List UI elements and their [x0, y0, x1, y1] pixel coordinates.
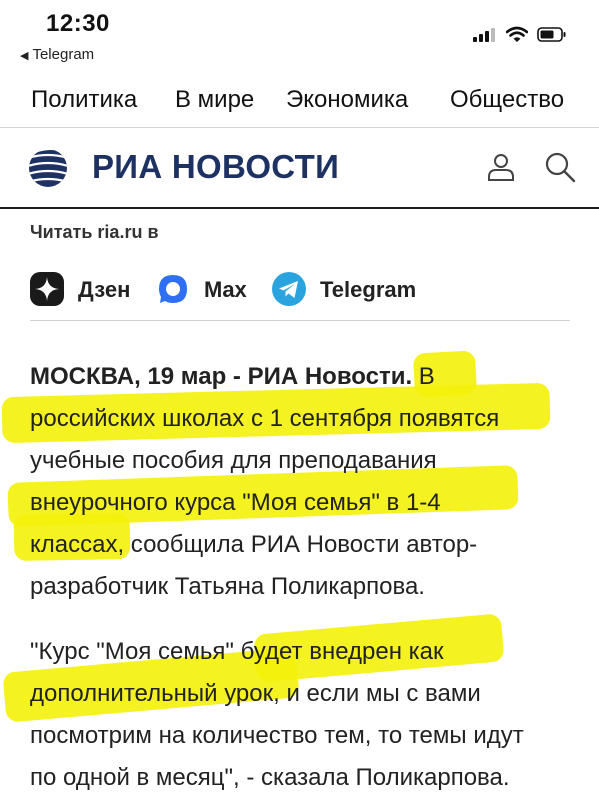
max-label: Max	[204, 277, 247, 302]
article-line: российских школах с 1 сентября появятся	[30, 405, 500, 432]
nav-item-politics[interactable]: Политика	[31, 86, 137, 114]
section-nav: Политика В мире Экономика Общество	[0, 80, 599, 126]
status-time: 12:30	[46, 10, 110, 37]
article-line: "Курс "Моя семья" будет внедрен как	[30, 638, 444, 665]
article-line: посмотрим на количество тем, то темы иду…	[30, 722, 524, 749]
battery-icon	[537, 27, 566, 42]
back-arrow-icon: ◀	[20, 50, 29, 62]
article-line: разработчик Татьяна Поликарпова.	[30, 573, 425, 600]
wifi-icon	[506, 26, 528, 42]
search-icon[interactable]	[543, 150, 577, 184]
article-line: классах, сообщила РИА Новости автор-	[30, 531, 478, 558]
article-dateline: МОСКВА, 19 мар - РИА Новости.	[30, 363, 413, 390]
article-line: учебные пособия для преподавания	[30, 447, 437, 474]
article-paragraph-2: "Курс "Моя семья" будет внедрен как допо…	[30, 631, 590, 799]
telegram-icon	[272, 272, 306, 306]
ria-globe-logo-icon	[29, 147, 69, 187]
read-on-max-link[interactable]: Max	[156, 272, 256, 308]
article-line: МОСКВА, 19 мар - РИА Новости. В	[30, 363, 435, 390]
max-icon	[159, 275, 187, 303]
article-line: по одной в месяц", - сказала Поликарпова…	[30, 764, 510, 791]
read-on-telegram-link[interactable]: Telegram	[272, 272, 432, 308]
telegram-label: Telegram	[320, 277, 417, 302]
status-bar: 12:30 ◀ Telegram	[0, 0, 599, 70]
back-to-app-link[interactable]: ◀ Telegram	[20, 46, 94, 63]
read-on-dzen-link[interactable]: Дзен	[30, 272, 140, 308]
read-on-label: Читать ria.ru в	[30, 222, 159, 242]
header-divider	[0, 207, 599, 209]
logo-wordmark: РИА НОВОСТИ	[92, 148, 340, 185]
back-app-label: Telegram	[32, 46, 95, 63]
article-paragraph-1: МОСКВА, 19 мар - РИА Новости. В российск…	[30, 356, 590, 608]
nav-item-economy[interactable]: Экономика	[286, 86, 408, 114]
nav-divider	[0, 127, 599, 128]
nav-item-world[interactable]: В мире	[175, 86, 254, 114]
ria-logo[interactable]: РИА НОВОСТИ	[24, 146, 354, 188]
dzen-icon	[30, 272, 64, 306]
dzen-label: Дзен	[78, 277, 131, 302]
cellular-signal-icon	[473, 28, 497, 42]
article-line: внеурочного курса "Моя семья" в 1-4	[30, 489, 441, 516]
user-profile-icon[interactable]	[484, 150, 518, 184]
read-on-divider	[30, 320, 570, 321]
article-line: дополнительный урок, и если мы с вами	[30, 680, 481, 707]
nav-item-society[interactable]: Общество	[450, 86, 564, 114]
